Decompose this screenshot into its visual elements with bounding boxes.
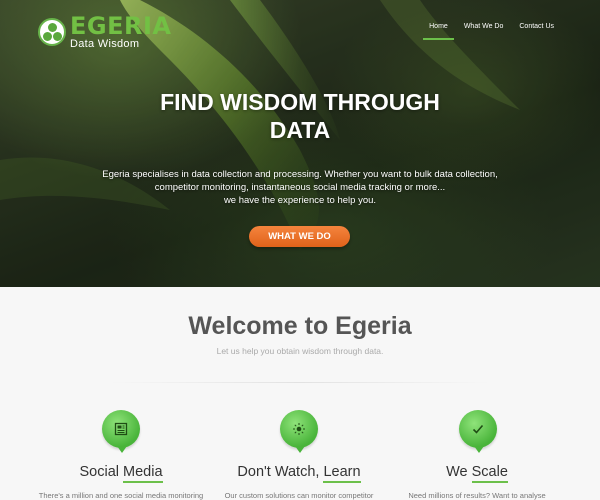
feature-description: Need millions of results? Want to analys… — [408, 491, 546, 500]
nav-item-what-we-do[interactable]: What We Do — [458, 20, 510, 40]
brand-name: EGERIA — [70, 12, 172, 40]
hero-description: Egeria specialises in data collection an… — [0, 168, 600, 207]
hero-title-line-1: FIND WISDOM THROUGH — [160, 89, 440, 115]
hero-title: FIND WISDOM THROUGH DATA — [0, 88, 600, 144]
hero-title-line-2: DATA — [269, 117, 331, 143]
nav-item-home[interactable]: Home — [423, 20, 454, 40]
brand-logo[interactable]: EGERIA Data Wisdom — [38, 14, 171, 50]
feature-title: We Scale — [377, 464, 577, 483]
hero-section: EGERIA Data Wisdom Home What We Do Conta… — [0, 0, 600, 287]
feature-description: Our custom solutions can monitor competi… — [224, 491, 374, 500]
main-nav: Home What We Do Contact Us — [419, 20, 560, 40]
feature-title: Don't Watch, Learn — [199, 464, 399, 483]
feature-title-text: Social — [79, 464, 124, 480]
hero-description-line-3: we have the experience to help you. — [223, 195, 377, 206]
welcome-subtitle: Let us help you obtain wisdom through da… — [216, 346, 384, 356]
feature-title-underlined: Media — [123, 464, 163, 483]
sun-icon — [280, 410, 318, 453]
feature-title-underlined: Learn — [323, 464, 361, 483]
feature-title: Social Media — [21, 464, 221, 483]
feature-title-underlined: Scale — [471, 464, 508, 483]
feature-description: There's a million and one social media m… — [38, 491, 204, 500]
what-we-do-button[interactable]: WHAT WE DO — [249, 226, 350, 247]
brand-tagline: Data Wisdom — [70, 38, 140, 50]
section-divider — [110, 382, 490, 383]
logo-mark-icon — [38, 18, 66, 46]
hero-description-line-2: competitor monitoring, instantaneous soc… — [154, 182, 446, 193]
hero-description-line-1: Egeria specialises in data collection an… — [102, 169, 498, 180]
feature-title-text: Don't Watch, — [237, 464, 324, 480]
check-icon — [459, 410, 497, 453]
newspaper-icon — [102, 410, 140, 453]
feature-title-text: We — [446, 464, 472, 480]
nav-item-contact-us[interactable]: Contact Us — [513, 20, 560, 40]
welcome-title: Welcome to Egeria — [188, 312, 412, 340]
